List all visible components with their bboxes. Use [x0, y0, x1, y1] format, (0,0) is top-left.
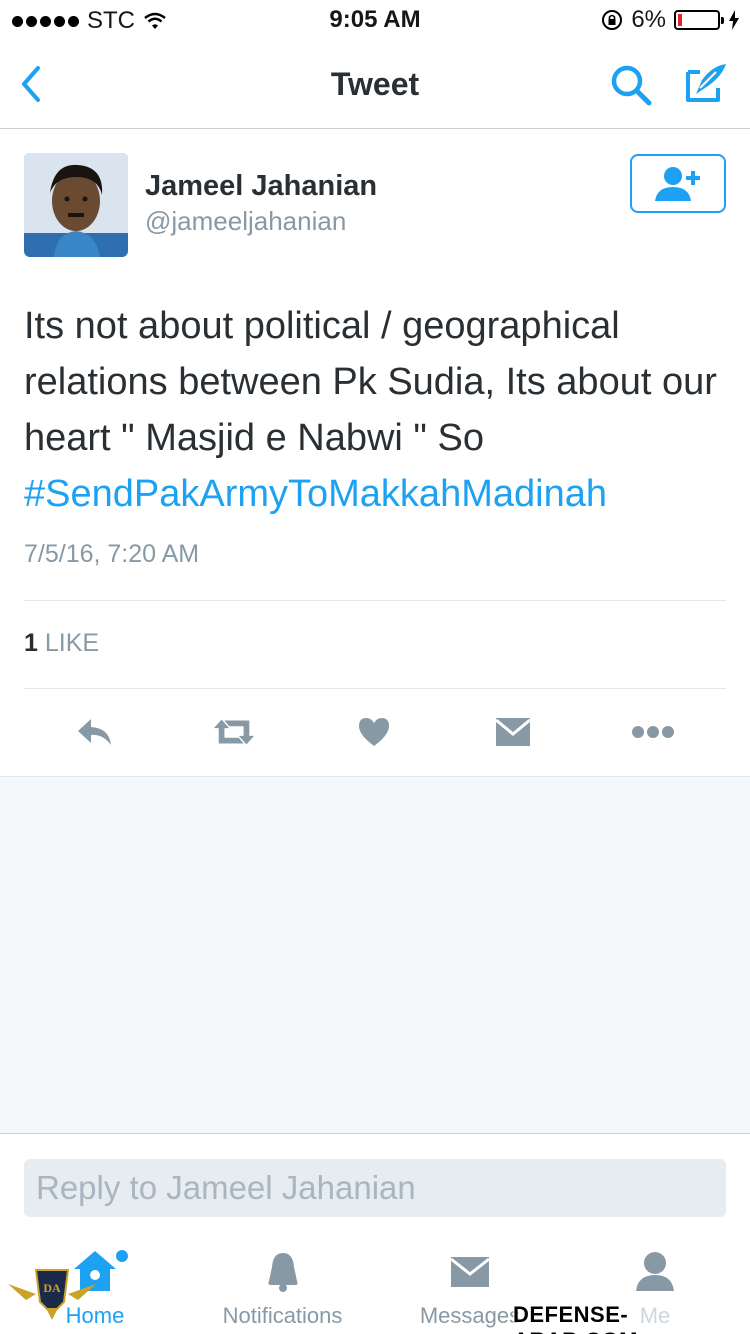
tab-notifications-label: Notifications	[222, 1303, 343, 1328]
author-avatar[interactable]	[24, 153, 128, 257]
retweet-action[interactable]	[212, 712, 256, 752]
watermark-text: DEFENSE-ARAB.COM	[513, 1302, 750, 1334]
tweet-text: Its not about political / geographical r…	[24, 305, 717, 459]
tab-notifications[interactable]: Notifications	[205, 1249, 360, 1329]
follow-button[interactable]	[630, 154, 726, 213]
author-name[interactable]: Jameel Jahanian	[145, 170, 377, 203]
person-icon	[636, 1252, 674, 1291]
nav-bar: Tweet	[0, 40, 750, 129]
battery-icon	[674, 10, 724, 30]
compose-tweet-icon[interactable]	[682, 58, 732, 108]
charging-bolt-icon	[729, 10, 739, 30]
avatar-photo	[24, 153, 128, 257]
divider	[24, 688, 726, 689]
messages-envelope-icon	[450, 1257, 490, 1287]
reply-action[interactable]	[73, 712, 117, 752]
divider	[24, 600, 726, 601]
tweet-timestamp: 7/5/16, 7:20 AM	[24, 540, 200, 568]
like-count-label: LIKE	[44, 629, 100, 657]
like-count-number: 1	[24, 629, 38, 657]
reply-input[interactable]	[24, 1159, 726, 1217]
battery-percent: 6%	[631, 6, 666, 33]
status-bar: STC 9:05 AM 6%	[0, 0, 750, 40]
bell-icon	[267, 1253, 298, 1292]
retweet-icon	[213, 719, 255, 745]
heart-icon	[359, 718, 389, 746]
add-user-icon	[655, 166, 700, 201]
reply-bar	[0, 1133, 750, 1239]
search-icon[interactable]	[606, 60, 656, 110]
reply-icon	[78, 719, 111, 745]
forum-logo-watermark: DA	[8, 1269, 96, 1320]
more-options-action[interactable]	[631, 712, 675, 752]
svg-text:DA: DA	[43, 1281, 61, 1295]
replies-area	[0, 776, 750, 1133]
tweet-text-block: Its not about political / geographical r…	[24, 298, 734, 522]
author-handle[interactable]: @jameeljahanian	[145, 206, 346, 237]
more-dots-icon	[632, 726, 674, 738]
hashtag-link[interactable]: #SendPakArmyToMakkahMadinah	[24, 466, 734, 522]
envelope-icon	[495, 718, 531, 746]
orientation-lock-icon	[602, 10, 623, 30]
likes-count[interactable]: 1 LIKE	[24, 629, 99, 658]
home-unread-dot	[116, 1250, 128, 1262]
status-right: 6%	[601, 6, 740, 34]
tab-messages[interactable]: Messages	[410, 1249, 530, 1329]
direct-message-action[interactable]	[491, 712, 535, 752]
tab-messages-label: Messages	[419, 1303, 521, 1328]
like-action[interactable]	[352, 712, 396, 752]
